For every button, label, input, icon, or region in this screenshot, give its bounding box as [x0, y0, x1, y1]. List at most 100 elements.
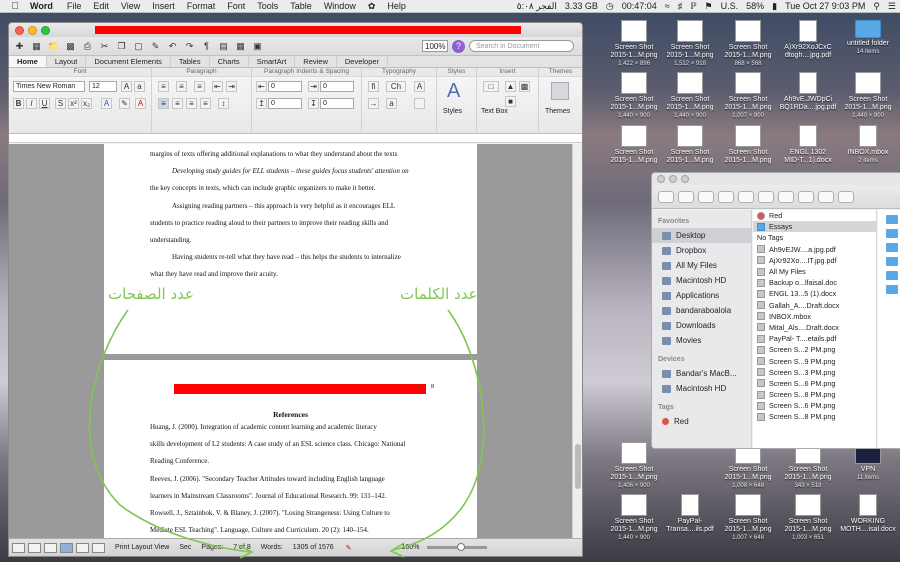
desktop-icon-screenshot[interactable]: Screen Shot 2015-1...M.png 1,440 × 900 — [660, 72, 720, 120]
body-paragraph[interactable]: Assigning reading partners – this approa… — [150, 198, 440, 215]
strikethrough-button[interactable]: S — [55, 98, 66, 109]
list-item[interactable]: Gallah_A....Draft.docx — [753, 300, 876, 311]
zoom-button[interactable] — [41, 25, 50, 35]
menu-app-name[interactable]: Word — [22, 1, 61, 11]
paragraph-marks-icon[interactable]: ¶ — [200, 40, 213, 53]
horizontal-ruler[interactable] — [9, 134, 582, 143]
sidebar-item-device-hd[interactable]: Macintosh HD — [652, 381, 751, 396]
column-view-button[interactable] — [738, 190, 754, 203]
sidebar-item-macintosh-hd[interactable]: Macintosh HD — [652, 273, 751, 288]
desktop-icon-screenshot[interactable]: Screen Shot 2015-1...M.png 1,422 × 896 — [604, 20, 664, 68]
line-spacing-icon[interactable]: ↕ — [218, 98, 229, 109]
zoom-slider[interactable] — [427, 543, 488, 551]
finder-close-button[interactable] — [657, 175, 665, 183]
list-item[interactable]: Ah9vEJW....a.jpg.pdf — [753, 244, 876, 255]
finder-zoom-button[interactable] — [681, 175, 689, 183]
spacing-after-input[interactable]: 0 — [320, 98, 354, 109]
templates-icon[interactable]: ▦ — [30, 40, 43, 53]
script-icon[interactable]: ✿ — [362, 1, 382, 12]
desktop-icon-docx[interactable]: WORKING MOTH....isal.docx — [838, 494, 898, 534]
desktop-icon-pdf[interactable]: Ah9vE.JWDpCi BQ1RDa....jpg.pdf — [778, 72, 838, 112]
menu-font[interactable]: Font — [221, 1, 251, 11]
pages-count[interactable]: 7 of 8 — [233, 544, 251, 551]
italic-button[interactable]: I — [26, 98, 37, 109]
quicklook-eye-icon[interactable] — [838, 190, 854, 203]
save-icon[interactable]: ▩ — [64, 40, 77, 53]
list-view-button[interactable] — [718, 190, 734, 203]
redo-icon[interactable]: ↷ — [183, 40, 196, 53]
copy-icon[interactable]: ❐ — [115, 40, 128, 53]
sidebar-item-macbook[interactable]: Bandar's MacB... — [652, 366, 751, 381]
list-item[interactable]: Mital_Als....Draft.docx — [753, 322, 876, 333]
indent-right-input[interactable]: 0 — [320, 81, 354, 92]
desktop-icon-screenshot[interactable]: Screen Shot 2015-1...M.png 1,007 × 900 — [718, 72, 778, 120]
list-item[interactable]: AjXr92Xo....IT.jpg.pdf — [753, 255, 876, 266]
tab-tables[interactable]: Tables — [171, 56, 210, 67]
sidebar-item-dropbox[interactable]: Dropbox — [652, 243, 751, 258]
list-item[interactable]: Screen S...8 PM.png — [753, 411, 876, 422]
body-paragraph[interactable]: Having students re-tell what they have r… — [150, 249, 440, 266]
menu-format[interactable]: Format — [181, 1, 222, 11]
column-item-essays[interactable]: Essays — [753, 221, 876, 233]
reference-line[interactable]: skills development of L2 students: A cas… — [150, 436, 440, 453]
list-item[interactable]: Screen S...6 PM.png — [753, 400, 876, 411]
desktop-icon-screenshot[interactable]: Screen Shot 2015-1...M.png 1,406 × 900 — [604, 442, 664, 490]
prayer-time[interactable]: الفجر ٥:٠٨ — [513, 1, 561, 12]
body-paragraph[interactable]: the key concepts in texts, which can inc… — [150, 180, 440, 197]
gallery-view-button[interactable] — [758, 190, 774, 203]
multilevel-list-icon[interactable]: ≡ — [194, 81, 205, 92]
body-paragraph[interactable]: students to practice reading aloud to th… — [150, 215, 440, 232]
list-item[interactable]: Backup o...lfaisal.doc — [753, 277, 876, 288]
folder-icon[interactable] — [886, 271, 898, 280]
desktop-icon-folder[interactable]: untitled folder 14 items — [838, 20, 898, 56]
outline-view-button[interactable] — [28, 542, 41, 553]
font-size-select[interactable]: 12 — [89, 81, 117, 92]
reference-line[interactable]: Reading Conference. — [150, 453, 440, 470]
themes-button-label[interactable]: Themes — [545, 108, 570, 115]
font-color-icon[interactable]: A — [135, 98, 146, 109]
list-item[interactable]: ENGL 13...5 (1).docx — [753, 288, 876, 299]
action-button[interactable] — [798, 190, 814, 203]
folder-icon[interactable] — [886, 243, 898, 252]
styles-button-label[interactable]: Styles — [443, 108, 462, 115]
shape-icon[interactable]: ▲ — [505, 81, 516, 92]
paste-icon[interactable]: ▢ — [132, 40, 145, 53]
desktop-icon-screenshot[interactable]: Screen Shot 2015-1...M.png — [718, 125, 778, 165]
tab-review[interactable]: Review — [295, 56, 337, 67]
close-button[interactable] — [15, 25, 24, 35]
sidebar-icon[interactable]: ▤ — [217, 40, 230, 53]
sidebar-item-downloads[interactable]: Downloads — [652, 318, 751, 333]
menu-help[interactable]: Help — [381, 1, 412, 11]
sidebar-item-all-my-files[interactable]: All My Files — [652, 258, 751, 273]
battery-percent[interactable]: 58% — [742, 1, 768, 11]
body-paragraph[interactable]: Developing study guides for ELL students… — [150, 163, 440, 180]
desktop-icon-screenshot[interactable]: Screen Shot 2015-1...M.png 1,003 × 651 — [778, 494, 838, 542]
input-source[interactable]: U.S. — [717, 1, 743, 11]
spotlight-icon[interactable]: ⚲ — [869, 1, 884, 12]
align-left-button[interactable]: ≡ — [158, 98, 169, 109]
body-paragraph[interactable]: understanding. — [150, 232, 440, 249]
arrange-button[interactable] — [778, 190, 794, 203]
desktop-icon-screenshot[interactable]: Screen Shot 2015-1...M.png — [660, 125, 720, 165]
picture-icon[interactable]: ▩ — [519, 81, 530, 92]
sidebar-item-movies[interactable]: Movies — [652, 333, 751, 348]
shrink-font-icon[interactable]: a — [134, 81, 145, 92]
wifi-icon[interactable]: ≈ — [661, 1, 674, 11]
open-icon[interactable]: 📁 — [47, 40, 60, 53]
checkbox-icon[interactable] — [414, 98, 425, 109]
folder-icon[interactable] — [886, 257, 898, 266]
minimize-button[interactable] — [28, 25, 37, 35]
bluetooth-icon[interactable]: ℙ — [686, 1, 700, 12]
reference-line[interactable]: Huang, J. (2000). Integration of academi… — [150, 419, 440, 436]
references-title[interactable]: References — [104, 410, 477, 419]
menu-table[interactable]: Table — [284, 1, 318, 11]
battery-icon[interactable]: ▮ — [768, 1, 781, 12]
menu-window[interactable]: Window — [318, 1, 362, 11]
subscript-button[interactable]: x₂ — [81, 98, 92, 109]
list-item[interactable]: PayPal- T....etails.pdf — [753, 333, 876, 344]
list-item[interactable]: Screen S...9 PM.png — [753, 355, 876, 366]
search-input[interactable]: Search in Document — [469, 40, 574, 52]
nonprinting-icon[interactable]: → — [368, 98, 379, 109]
reference-line[interactable]: Reeves, J. (2006). "Secondary Teacher At… — [150, 471, 440, 488]
align-right-button[interactable]: ≡ — [186, 98, 197, 109]
